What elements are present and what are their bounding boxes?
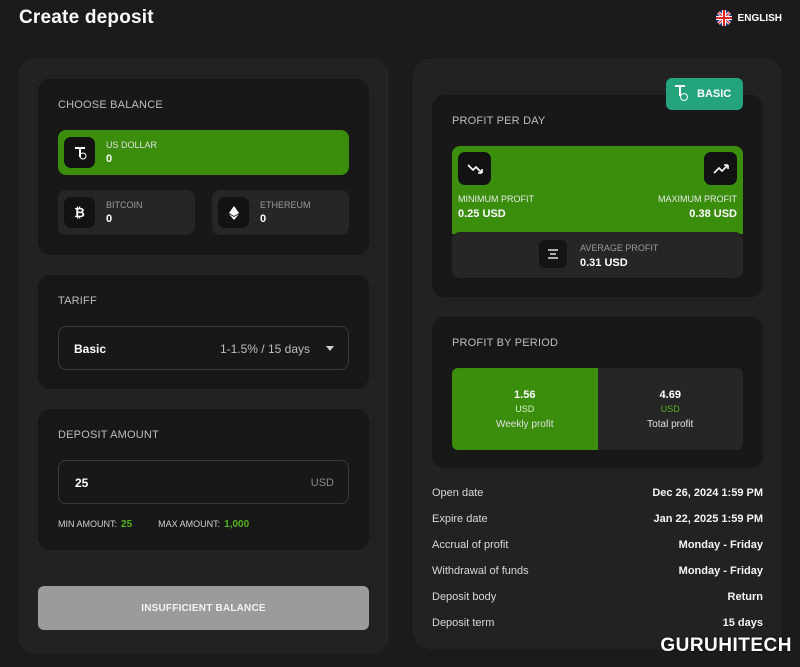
- page-title: Create deposit: [19, 7, 154, 28]
- profit-per-day-title: PROFIT PER DAY: [452, 115, 546, 127]
- deposit-summary-panel: BASIC PROFIT PER DAY MINIMUM PROFIT 0.25…: [413, 59, 782, 649]
- period-label: Total profit: [647, 418, 694, 430]
- weekly-profit-cell: 1.56 USD Weekly profit: [452, 368, 598, 450]
- avg-profit-value: 0.31 USD: [580, 257, 628, 269]
- balance-value: 0: [106, 213, 113, 225]
- profit-per-day-card: PROFIT PER DAY MINIMUM PROFIT 0.25 USD M…: [432, 95, 763, 297]
- deposit-amount-title: DEPOSIT AMOUNT: [58, 429, 159, 441]
- average-icon: [539, 240, 567, 268]
- min-amount-label: MIN AMOUNT:: [58, 519, 118, 529]
- min-profit-value: 0.25 USD: [458, 208, 506, 220]
- detail-row: Withdrawal of funds Monday - Friday: [432, 565, 763, 591]
- max-profit-value: 0.38 USD: [689, 208, 737, 220]
- max-amount-value: 1,000: [224, 519, 250, 530]
- detail-value: Return: [727, 591, 763, 603]
- detail-key: Deposit body: [432, 591, 497, 603]
- balance-value: 0: [106, 153, 113, 165]
- ethereum-icon: [218, 197, 249, 228]
- max-profit-label: MAXIMUM PROFIT: [658, 194, 737, 204]
- period-value: 4.69: [659, 388, 681, 401]
- amount-limits: MIN AMOUNT: 25 MAX AMOUNT: 1,000: [58, 519, 271, 530]
- detail-key: Accrual of profit: [432, 539, 509, 551]
- profit-by-period-card: PROFIT BY PERIOD 1.56 USD Weekly profit …: [432, 317, 763, 468]
- trend-up-icon: [704, 152, 737, 185]
- detail-value: Monday - Friday: [678, 539, 763, 551]
- detail-value: Jan 22, 2025 1:59 PM: [653, 513, 763, 525]
- period-unit: USD: [515, 403, 535, 414]
- deposit-currency: USD: [310, 477, 334, 489]
- bitcoin-icon: ₿: [64, 197, 95, 228]
- average-profit-box: AVERAGE PROFIT 0.31 USD: [452, 232, 743, 278]
- detail-key: Expire date: [432, 513, 488, 525]
- deposit-amount-value: 25: [75, 476, 89, 490]
- tariff-name: Basic: [74, 342, 107, 356]
- balance-option-usd[interactable]: US DOLLAR 0: [58, 130, 349, 175]
- deposit-amount-card: DEPOSIT AMOUNT 25 USD MIN AMOUNT: 25 MAX…: [38, 409, 369, 550]
- watermark-logo: GURUHITECH: [660, 635, 792, 657]
- max-amount-label: MAX AMOUNT:: [158, 519, 221, 529]
- detail-row: Deposit body Return: [432, 591, 763, 617]
- period-grid: 1.56 USD Weekly profit 4.69 USD Total pr…: [452, 368, 743, 450]
- min-amount-value: 25: [121, 519, 133, 530]
- profit-range-box: MINIMUM PROFIT 0.25 USD MAXIMUM PROFIT 0…: [452, 146, 743, 234]
- avg-profit-label: AVERAGE PROFIT: [580, 243, 659, 253]
- detail-value: Monday - Friday: [678, 565, 763, 577]
- deposit-form-panel: CHOOSE BALANCE US DOLLAR 0 ₿ BITCOIN 0 E…: [18, 59, 389, 653]
- submit-deposit-button[interactable]: INSUFFICIENT BALANCE: [38, 586, 369, 630]
- tariff-card: TARIFF Basic 1-1.5% / 15 days: [38, 275, 369, 389]
- detail-value: Dec 26, 2024 1:59 PM: [652, 487, 763, 499]
- detail-row: Accrual of profit Monday - Friday: [432, 539, 763, 565]
- trend-down-icon: [458, 152, 491, 185]
- min-profit-label: MINIMUM PROFIT: [458, 194, 534, 204]
- total-profit-cell: 4.69 USD Total profit: [597, 368, 743, 450]
- balance-name: ETHEREUM: [260, 200, 311, 210]
- choose-balance-title: CHOOSE BALANCE: [58, 99, 163, 111]
- period-unit: USD: [660, 403, 680, 414]
- balance-value: 0: [260, 213, 267, 225]
- balance-name: US DOLLAR: [106, 140, 158, 150]
- deposit-amount-input[interactable]: 25 USD: [58, 460, 349, 504]
- detail-key: Deposit term: [432, 617, 495, 629]
- detail-row: Open date Dec 26, 2024 1:59 PM: [432, 487, 763, 513]
- tariff-select[interactable]: Basic 1-1.5% / 15 days: [58, 326, 349, 370]
- tether-icon: [64, 137, 95, 168]
- choose-balance-card: CHOOSE BALANCE US DOLLAR 0 ₿ BITCOIN 0 E…: [38, 79, 369, 255]
- tariff-range: 1-1.5% / 15 days: [219, 342, 310, 356]
- caret-down-icon: [326, 346, 334, 351]
- deposit-details-list: Open date Dec 26, 2024 1:59 PM Expire dat…: [432, 487, 763, 643]
- language-selector[interactable]: ENGLISH: [715, 10, 782, 26]
- detail-key: Open date: [432, 487, 484, 499]
- detail-key: Withdrawal of funds: [432, 565, 529, 577]
- detail-row: Expire date Jan 22, 2025 1:59 PM: [432, 513, 763, 539]
- uk-flag-icon: [715, 10, 732, 26]
- tariff-title: TARIFF: [58, 295, 97, 307]
- watermark-text: GURUHITECH: [660, 635, 792, 656]
- language-label: ENGLISH: [737, 12, 782, 24]
- balance-option-bitcoin[interactable]: ₿ BITCOIN 0: [58, 190, 195, 235]
- balance-option-ethereum[interactable]: ETHEREUM 0: [212, 190, 349, 235]
- profit-by-period-title: PROFIT BY PERIOD: [452, 337, 559, 349]
- tether-icon: [673, 84, 689, 105]
- balance-name: BITCOIN: [106, 200, 143, 210]
- plan-badge: BASIC: [666, 78, 743, 110]
- period-value: 1.56: [514, 388, 536, 401]
- period-label: Weekly profit: [495, 418, 554, 430]
- plan-badge-label: BASIC: [697, 88, 732, 100]
